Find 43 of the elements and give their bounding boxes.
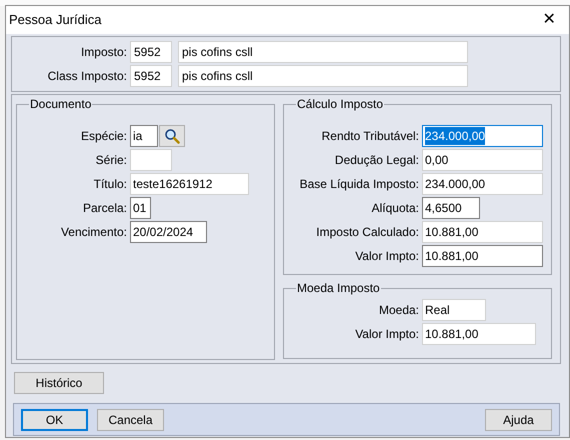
input-field[interactable]: 01 — [130, 197, 151, 219]
input-field[interactable]: 234.000,00 — [422, 125, 543, 147]
input-field[interactable]: 10.881,00 — [422, 245, 543, 267]
field-label: Rendto Tributável: — [320, 128, 420, 145]
field-label: Valor Impto: — [354, 326, 420, 343]
input-field[interactable]: pis cofins csll — [178, 41, 468, 63]
field-label: Espécie: — [80, 128, 128, 145]
field-label: Vencimento: — [60, 224, 128, 241]
input-field[interactable]: 20/02/2024 — [130, 221, 207, 243]
input-field[interactable]: Real — [422, 298, 486, 321]
dialog-button[interactable]: Cancela — [97, 408, 164, 430]
input-field[interactable]: ia — [130, 125, 158, 147]
field-label: Imposto: — [80, 44, 128, 61]
input-field[interactable] — [130, 149, 172, 171]
input-field[interactable]: 5952 — [130, 65, 172, 87]
search-icon — [164, 128, 180, 144]
group-title: Documento — [29, 97, 92, 111]
field-label: Imposto Calculado: — [315, 224, 420, 241]
field-label: Série: — [94, 152, 128, 169]
field-label: Alíquota: — [370, 200, 420, 217]
field-label: Parcela: — [82, 200, 128, 217]
window-title: Pessoa Jurídica — [9, 11, 102, 30]
close-button[interactable]: ✕ — [529, 6, 569, 34]
input-field[interactable]: 4,6500 — [422, 197, 480, 219]
group-title: Cálculo Imposto — [296, 97, 384, 111]
dialog-button[interactable]: Ajuda — [485, 408, 552, 430]
input-field[interactable]: teste16261912 — [130, 173, 249, 195]
search-button[interactable] — [159, 125, 185, 147]
field-label: Class Imposto: — [46, 68, 128, 85]
field-label: Base Líquida Imposto: — [298, 176, 420, 193]
field-label: Valor Impto: — [354, 248, 420, 265]
field-label: Título: — [92, 176, 128, 193]
field-label: Moeda: — [378, 302, 420, 319]
input-field[interactable]: 0,00 — [422, 149, 543, 171]
input-field[interactable]: pis cofins csll — [178, 65, 468, 87]
input-field[interactable]: 10.881,00 — [422, 322, 536, 345]
group-title: Moeda Imposto — [296, 280, 381, 295]
history-button[interactable]: Histórico — [14, 372, 104, 394]
input-field[interactable]: 10.881,00 — [422, 221, 543, 243]
input-field[interactable]: 234.000,00 — [422, 173, 543, 195]
field-label: Dedução Legal: — [334, 152, 420, 169]
input-field[interactable]: 5952 — [130, 41, 172, 63]
dialog-button[interactable]: OK — [21, 408, 88, 430]
